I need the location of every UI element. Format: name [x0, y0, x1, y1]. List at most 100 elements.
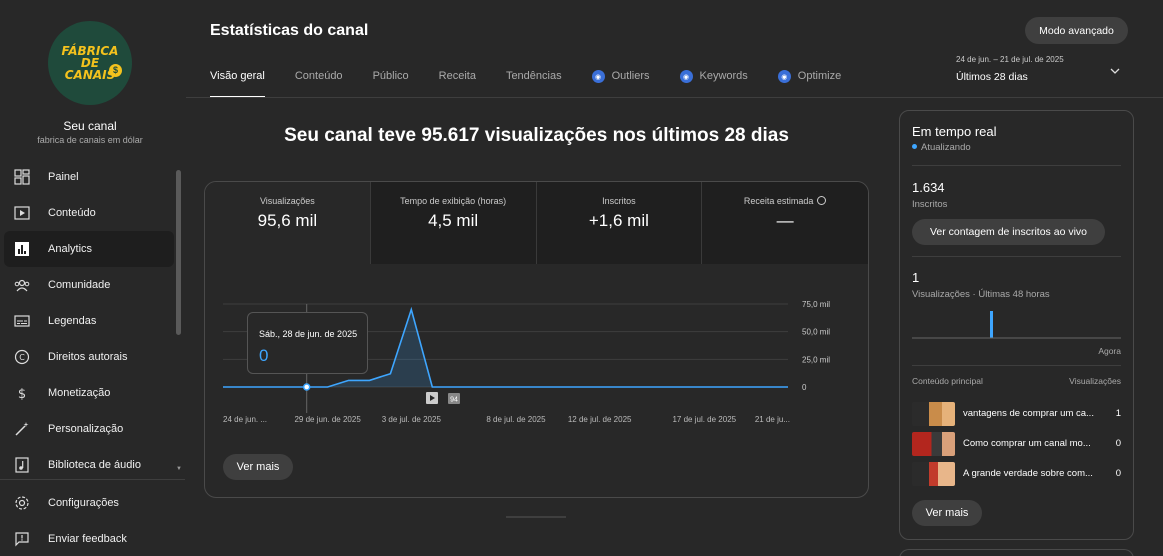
video-count-badge: 94	[450, 397, 458, 404]
y-tick-label: 50,0 mil	[802, 328, 830, 337]
date-range-label[interactable]: Últimos 28 dias	[956, 71, 1028, 83]
video-thumbnail	[912, 462, 955, 486]
sidebar-item-label: Biblioteca de áudio	[48, 459, 141, 471]
sidebar-item-personalizacao[interactable]: Personalização	[4, 411, 174, 447]
extension-icon: ◉	[591, 70, 605, 83]
sidebar-item-label: Direitos autorais	[48, 351, 128, 363]
svg-text:$: $	[18, 387, 26, 401]
analytics-icon	[14, 241, 30, 257]
tab-label: Visão geral	[210, 70, 265, 82]
clock-icon	[817, 196, 827, 205]
x-tick-label: 3 de jul. de 2025	[382, 415, 442, 424]
tab-outliers[interactable]: ◉ Outliers	[591, 70, 650, 98]
scroll-down-icon[interactable]: ▼	[176, 466, 182, 472]
live-subscriber-count-button[interactable]: Ver contagem de inscritos ao vivo	[912, 219, 1105, 245]
metric-value: 4,5 mil	[428, 211, 479, 230]
next-card-edge	[899, 549, 1134, 556]
tab-tendencias[interactable]: Tendências	[506, 70, 562, 98]
extension-icon: ◉	[777, 70, 791, 83]
sidebar-item-enviar-feedback[interactable]: Enviar feedback	[4, 521, 174, 556]
see-more-button[interactable]: Ver mais	[912, 500, 982, 526]
sidebar-item-label: Painel	[48, 171, 79, 183]
realtime-subscribers: 1.634	[912, 180, 945, 195]
metric-revenue[interactable]: Receita estimada —	[702, 182, 868, 264]
top-content-header: Conteúdo principal	[912, 376, 983, 386]
sidebar-item-biblioteca-de-audio[interactable]: Biblioteca de áudio	[4, 447, 174, 483]
metric-views[interactable]: Visualizações 95,6 mil	[205, 182, 371, 264]
x-tick-label: 29 de jun. de 2025	[294, 415, 361, 424]
tab-optimize[interactable]: ◉ Optimize	[777, 70, 841, 98]
logo-text: FÁBRICA DE CANAIS	[61, 44, 119, 82]
chart-tooltip: Sáb., 28 de jun. de 2025 0	[247, 312, 368, 374]
advanced-mode-button[interactable]: Modo avançado	[1025, 17, 1128, 44]
overview-card: Visualizações 95,6 mil Tempo de exibição…	[204, 181, 869, 498]
channel-avatar[interactable]: FÁBRICA DE CANAIS $	[48, 21, 132, 105]
channel-subtitle: fabrica de canais em dólar	[37, 135, 143, 145]
sidebar-item-monetizacao[interactable]: $ Monetização	[4, 375, 174, 411]
realtime-views-label: Visualizações · Últimas 48 horas	[912, 289, 1050, 300]
metric-value: —	[776, 211, 794, 230]
y-tick-label: 75,0 mil	[802, 300, 830, 309]
realtime-views-sparkline[interactable]	[912, 306, 1121, 341]
metric-label: Inscritos	[602, 196, 636, 206]
metric-value: 95,6 mil	[257, 211, 318, 230]
realtime-views: 1	[912, 270, 920, 285]
sidebar-nav: Painel Conteúdo Analytics Comunidade Leg…	[4, 159, 174, 483]
sidebar-item-legendas[interactable]: Legendas	[4, 303, 174, 339]
sidebar-item-label: Analytics	[48, 243, 93, 255]
header-divider	[186, 97, 1163, 98]
community-icon	[14, 277, 30, 293]
tab-keywords[interactable]: ◉ Keywords	[679, 70, 748, 98]
sidebar-item-comunidade[interactable]: Comunidade	[4, 267, 174, 303]
tab-label: Receita	[438, 70, 476, 82]
sidebar-item-label: Conteúdo	[48, 207, 96, 219]
divider	[0, 479, 185, 480]
tab-label: Outliers	[611, 70, 650, 82]
sidebar-item-label: Comunidade	[48, 279, 111, 291]
dollar-icon: $	[14, 385, 30, 401]
chevron-down-icon[interactable]	[1110, 66, 1120, 76]
sidebar-item-label: Monetização	[48, 387, 111, 399]
tab-publico[interactable]: Público	[373, 70, 409, 98]
video-thumbnail	[912, 402, 955, 426]
metric-label: Receita estimada	[702, 196, 868, 206]
tab-visao-geral[interactable]: Visão geral	[210, 70, 265, 98]
sidebar-item-direitos-autorais[interactable]: C Direitos autorais	[4, 339, 174, 375]
tab-label: Público	[372, 70, 409, 82]
sidebar-item-painel[interactable]: Painel	[4, 159, 174, 195]
date-range-text[interactable]: 24 de jun. – 21 de jul. de 2025	[956, 55, 1064, 64]
see-more-button[interactable]: Ver mais	[223, 454, 293, 480]
realtime-status: Atualizando	[912, 142, 971, 153]
sidebar-item-conteudo[interactable]: Conteúdo	[4, 195, 174, 231]
copyright-icon: C	[14, 349, 30, 365]
views-headline: Seu canal teve 95.617 visualizações nos …	[284, 125, 789, 146]
list-item[interactable]: vantagens de comprar um ca... 1	[912, 402, 1121, 426]
feedback-icon	[14, 531, 30, 547]
sidebar-item-analytics[interactable]: Analytics	[4, 231, 174, 267]
sidebar-item-label: Configurações	[48, 497, 119, 509]
tab-label: Keywords	[699, 70, 748, 82]
sidebar-bottom-nav: Configurações Enviar feedback	[4, 485, 174, 556]
extension-icon: ◉	[679, 70, 693, 83]
tab-bar: Visão geral Conteúdo Público Receita Ten…	[210, 70, 871, 98]
dollar-coin-icon: $	[109, 64, 122, 77]
x-tick-label: 17 de jul. de 2025	[672, 415, 736, 424]
realtime-card: Em tempo real Atualizando 1.634 Inscrito…	[899, 110, 1134, 540]
metric-label-text: Receita estimada	[743, 196, 814, 206]
sidebar-item-configuracoes[interactable]: Configurações	[4, 485, 174, 521]
y-tick-label: 0	[802, 383, 807, 392]
list-item[interactable]: Como comprar um canal mo... 0	[912, 432, 1121, 456]
x-tick-label: 8 de jul. de 2025	[486, 415, 546, 424]
realtime-title: Em tempo real	[912, 124, 997, 139]
channel-name: Seu canal	[63, 119, 117, 133]
tab-label: Tendências	[505, 70, 562, 82]
tooltip-value: 0	[259, 346, 269, 365]
metric-subscribers[interactable]: Inscritos +1,6 mil	[536, 182, 703, 264]
tab-conteudo[interactable]: Conteúdo	[295, 70, 343, 98]
list-item[interactable]: A grande verdade sobre com... 0	[912, 462, 1121, 486]
sidebar-scrollbar[interactable]	[176, 170, 181, 335]
metric-label: Tempo de exibição (horas)	[400, 196, 507, 206]
tab-receita[interactable]: Receita	[439, 70, 476, 98]
sidebar-item-label: Enviar feedback	[48, 533, 127, 545]
metric-watch-time[interactable]: Tempo de exibição (horas) 4,5 mil	[370, 182, 537, 264]
